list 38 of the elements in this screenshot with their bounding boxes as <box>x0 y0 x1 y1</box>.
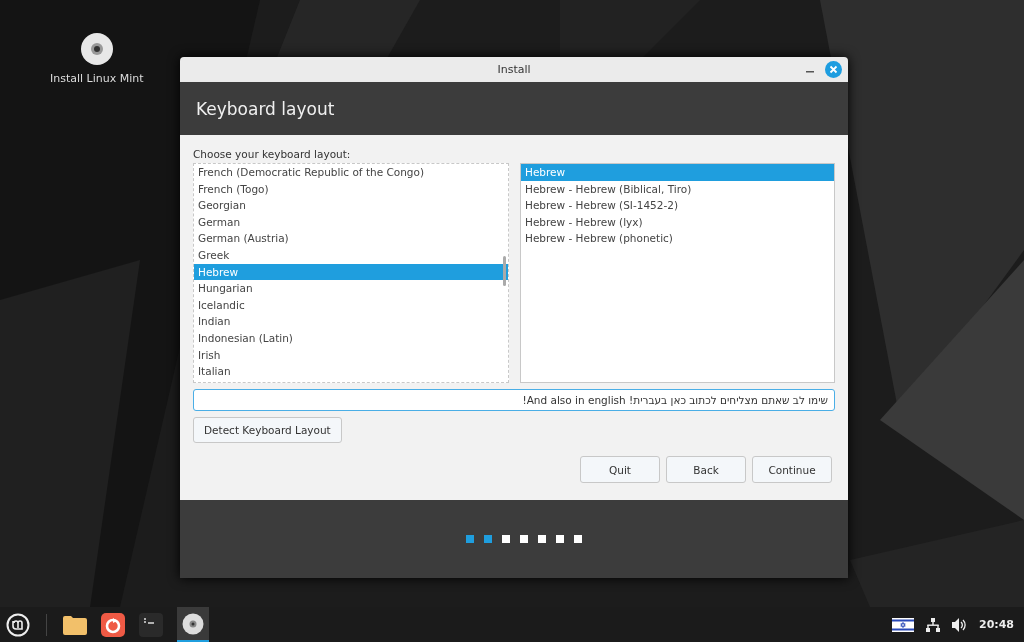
layout-item[interactable]: Hungarian <box>194 280 508 297</box>
nav-button[interactable]: Back <box>666 456 746 483</box>
taskbar-item[interactable] <box>177 607 209 642</box>
detect-layout-button[interactable]: Detect Keyboard Layout <box>193 417 342 443</box>
layout-item[interactable]: Greek <box>194 246 508 264</box>
layout-item[interactable]: French (Democratic Republic of the Congo) <box>194 164 508 181</box>
flag-icon[interactable] <box>892 617 914 632</box>
terminal-icon[interactable] <box>139 612 163 637</box>
layout-item[interactable]: Irish <box>194 346 508 364</box>
clock[interactable]: 20:48 <box>979 618 1014 631</box>
nav-button[interactable]: Quit <box>580 456 660 483</box>
scrollbar-thumb[interactable] <box>503 256 506 286</box>
layout-item[interactable]: Georgian <box>194 197 508 214</box>
layout-item[interactable]: Indonesian (Latin) <box>194 329 508 347</box>
disc-icon <box>182 612 204 635</box>
variant-item[interactable]: Hebrew - Hebrew (lyx) <box>521 213 834 231</box>
variant-item[interactable]: Hebrew - Hebrew (Biblical, Tiro) <box>521 180 834 198</box>
layout-item[interactable]: German <box>194 213 508 231</box>
layout-item[interactable]: Icelandic <box>194 296 508 314</box>
folder-icon[interactable] <box>63 614 87 635</box>
test-input-field[interactable]: שימו לב שאתם מצליחים לכתוב כאן בעברית! And also in english! <box>193 389 835 411</box>
volume-icon[interactable] <box>952 617 967 632</box>
browser-icon[interactable] <box>101 612 125 637</box>
window-title: Install <box>497 63 531 76</box>
list-label: Choose your keyboard layout: <box>193 148 352 160</box>
layout-item[interactable]: French (Togo) <box>194 180 508 198</box>
variant-item[interactable]: Hebrew - Hebrew (phonetic) <box>521 230 834 247</box>
menu-icon[interactable] <box>6 612 30 637</box>
network-icon[interactable] <box>926 617 940 632</box>
close-icon[interactable] <box>825 61 842 78</box>
disc-icon[interactable] <box>79 32 114 66</box>
desktop-icon-label[interactable]: Install Linux Mint <box>50 72 144 85</box>
nav-button[interactable]: Continue <box>752 456 832 483</box>
layout-item[interactable]: Indian <box>194 313 508 330</box>
variant-item[interactable]: Hebrew - Hebrew (SI-1452-2) <box>521 197 834 214</box>
page-heading: Keyboard layout <box>196 98 335 119</box>
layout-item[interactable]: Italian <box>194 363 508 380</box>
layout-item[interactable]: German (Austria) <box>194 230 508 247</box>
